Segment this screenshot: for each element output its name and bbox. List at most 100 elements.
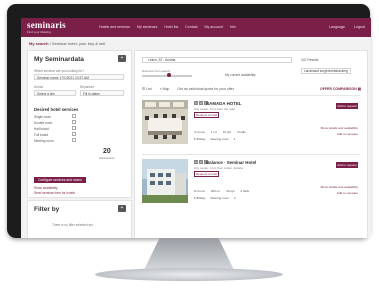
halls-stat: 4 halls bbox=[237, 130, 246, 134]
logout-link[interactable]: Logout bbox=[354, 25, 365, 29]
service-single-room: Single room bbox=[34, 115, 52, 119]
logo-tagline: Find your Meeting bbox=[27, 30, 52, 34]
rating-star-icon: 1 bbox=[194, 160, 198, 164]
location-search-input[interactable]: Linkm, AT - Austria bbox=[142, 57, 292, 63]
nav-item-seminars[interactable]: My seminars bbox=[137, 25, 157, 29]
show-availability-link[interactable]: Show availability bbox=[34, 186, 58, 190]
nav-item-account[interactable]: My account bbox=[205, 25, 223, 29]
show-details-link[interactable]: Show details and availability bbox=[320, 185, 358, 189]
quote-note: Get an individual quote for your offer bbox=[177, 87, 234, 91]
panel-title: My Seminardata bbox=[34, 56, 84, 63]
nav-item-hotels[interactable]: Hotels and seminar bbox=[99, 25, 130, 29]
site-logo[interactable]: seminaris bbox=[27, 20, 66, 30]
results-panel: Linkm, AT - Austria 347 Results Landesau… bbox=[134, 50, 368, 238]
main-nav: Hotels and seminar My seminars Hotel lis… bbox=[99, 25, 236, 29]
filter-collapse-icon[interactable]: + bbox=[118, 205, 126, 212]
area-stat: 1 m² bbox=[210, 130, 217, 134]
hotel-name[interactable]: RAMADA HOTEL bbox=[206, 101, 241, 106]
participants-label: Participants bbox=[99, 156, 115, 160]
arrival-label: Arrival bbox=[34, 85, 44, 89]
services-heading: Desired hotel services bbox=[34, 107, 79, 112]
service-double-room: Double room bbox=[34, 121, 53, 125]
service-full-board: Full board bbox=[34, 133, 49, 137]
service-double-room-checkbox[interactable] bbox=[72, 120, 76, 124]
capacity-stat: 10 ppl bbox=[222, 130, 232, 134]
filter-title: Filter by bbox=[34, 206, 60, 213]
sort-select[interactable]: Landesauf sorgerechtstracking bbox=[301, 68, 351, 74]
list-view-tab[interactable]: ☰ List bbox=[142, 87, 152, 91]
add-to-request-button[interactable]: Add to request bbox=[336, 103, 358, 109]
hotel-stats: 8 rooms 200 m² 60 ppl 2 halls bbox=[194, 189, 249, 193]
seminar-name-field[interactable]: Seminar name 17/1/2021 10:37 AM bbox=[34, 74, 124, 80]
monitor-bezel: seminaris Find your Meeting Hotels and s… bbox=[7, 4, 371, 238]
breadcrumb-path: / Seminar hotel: your buy & sell bbox=[48, 41, 106, 46]
rooms-stat: 8 rooms bbox=[194, 189, 205, 193]
filter-panel: Filter by + There is no filter selected … bbox=[27, 200, 132, 238]
rating-star-icon: 2 bbox=[199, 160, 203, 164]
service-full-board-checkbox[interactable] bbox=[72, 132, 76, 136]
meeting-room-count: 1 bbox=[233, 137, 236, 141]
hotel-address: City center, 4 km from the map bbox=[194, 107, 235, 111]
language-link[interactable]: Language bbox=[329, 25, 345, 29]
right-nav: Language Logout bbox=[329, 25, 365, 29]
seminar-data-panel: My Seminardata + Which seminar are you l… bbox=[27, 50, 132, 198]
top-navigation-bar: seminaris Find your Meeting Hotels and s… bbox=[21, 18, 371, 37]
seminar-label: Which seminar are you looking for? bbox=[34, 69, 84, 73]
breadcrumb: My search / Seminar hotel: your buy & se… bbox=[29, 41, 105, 46]
area-stat: 200 m² bbox=[210, 189, 221, 193]
hotel-card: 1 2 3 Balance · Seminar Hotel City cente… bbox=[142, 159, 360, 217]
add-to-compare-link[interactable]: Add to compare bbox=[337, 132, 358, 136]
collapse-icon[interactable]: + bbox=[118, 55, 126, 62]
monitor-stand bbox=[143, 238, 235, 272]
screen: seminaris Find your Meeting Hotels and s… bbox=[21, 18, 371, 238]
participants-count: 20 bbox=[103, 148, 111, 155]
rooms-stat: 3 rooms bbox=[194, 130, 205, 134]
hotel-stats: 3 rooms 1 m² 10 ppl 4 halls bbox=[194, 130, 246, 134]
results-count: 347 Results bbox=[301, 58, 319, 62]
meeting-room-stat: Meeting room bbox=[210, 196, 229, 200]
show-details-link[interactable]: Show details and availability bbox=[320, 126, 358, 130]
meeting-room-count: 2 bbox=[233, 196, 236, 200]
departure-field[interactable]: Fill in dates bbox=[80, 90, 124, 96]
capacity-stat: 60 ppl bbox=[226, 189, 235, 193]
configure-services-button[interactable]: Configure services and rooms bbox=[34, 177, 86, 183]
departure-label: Departure bbox=[80, 85, 95, 89]
price-stat: € 85/day bbox=[194, 196, 206, 200]
add-to-compare-link[interactable]: Add to compare bbox=[337, 191, 358, 195]
service-half-board: Half board bbox=[34, 127, 49, 131]
card-divider bbox=[142, 154, 360, 155]
hotel-stats-secondary: € 90/day Meeting room 1 bbox=[194, 137, 236, 141]
rating-star-icon: 1 bbox=[194, 101, 198, 105]
hotel-name[interactable]: Balance · Seminar Hotel bbox=[206, 160, 256, 165]
filter-empty-note: There is no filter selected yet bbox=[52, 223, 93, 227]
service-half-board-checkbox[interactable] bbox=[72, 126, 76, 130]
add-to-request-button[interactable]: Add to request bbox=[336, 162, 358, 168]
meeting-room-stat: Meeting room bbox=[210, 137, 229, 141]
distance-slider-handle[interactable] bbox=[167, 73, 171, 77]
view-toggle: ☰ List ⌖ Map Get an individual quote for… bbox=[142, 87, 234, 91]
hotel-address: City center, 2 km from Linkm, Austria bbox=[194, 166, 243, 170]
hotel-stats-secondary: € 85/day Meeting room 2 bbox=[194, 196, 236, 200]
nav-item-hotel-list[interactable]: Hotel list bbox=[164, 25, 178, 29]
breadcrumb-current[interactable]: My search bbox=[29, 41, 49, 46]
nav-item-info[interactable]: Info bbox=[230, 25, 236, 29]
halls-stat: 2 halls bbox=[240, 189, 250, 193]
map-view-tab[interactable]: ⌖ Map bbox=[160, 87, 170, 91]
rating-star-icon: 2 bbox=[199, 101, 203, 105]
hotel-photo[interactable] bbox=[142, 159, 188, 203]
nav-item-contact[interactable]: Contact bbox=[185, 25, 197, 29]
hotel-status-badge: Request a hotel bbox=[194, 171, 220, 177]
results-divider bbox=[142, 95, 360, 96]
service-single-room-checkbox[interactable] bbox=[72, 114, 76, 118]
send-form-link[interactable]: Send seminar form for hotels bbox=[34, 191, 75, 195]
offer-comparison-button[interactable]: OFFER COMPARISON ▤ bbox=[320, 87, 361, 91]
location-info: My current availability bbox=[225, 73, 256, 77]
service-meeting-room-checkbox[interactable] bbox=[72, 138, 76, 142]
hotel-photo[interactable] bbox=[142, 100, 188, 144]
service-meeting-room: Meeting room bbox=[34, 139, 54, 143]
hotel-card: 1 2 3 RAMADA HOTEL City center, 4 km fro… bbox=[142, 100, 360, 158]
arrival-field[interactable]: Select a city bbox=[34, 90, 76, 96]
distance-label: Distance from search bbox=[142, 69, 171, 73]
price-stat: € 90/day bbox=[194, 137, 206, 141]
monitor-base bbox=[95, 268, 283, 281]
